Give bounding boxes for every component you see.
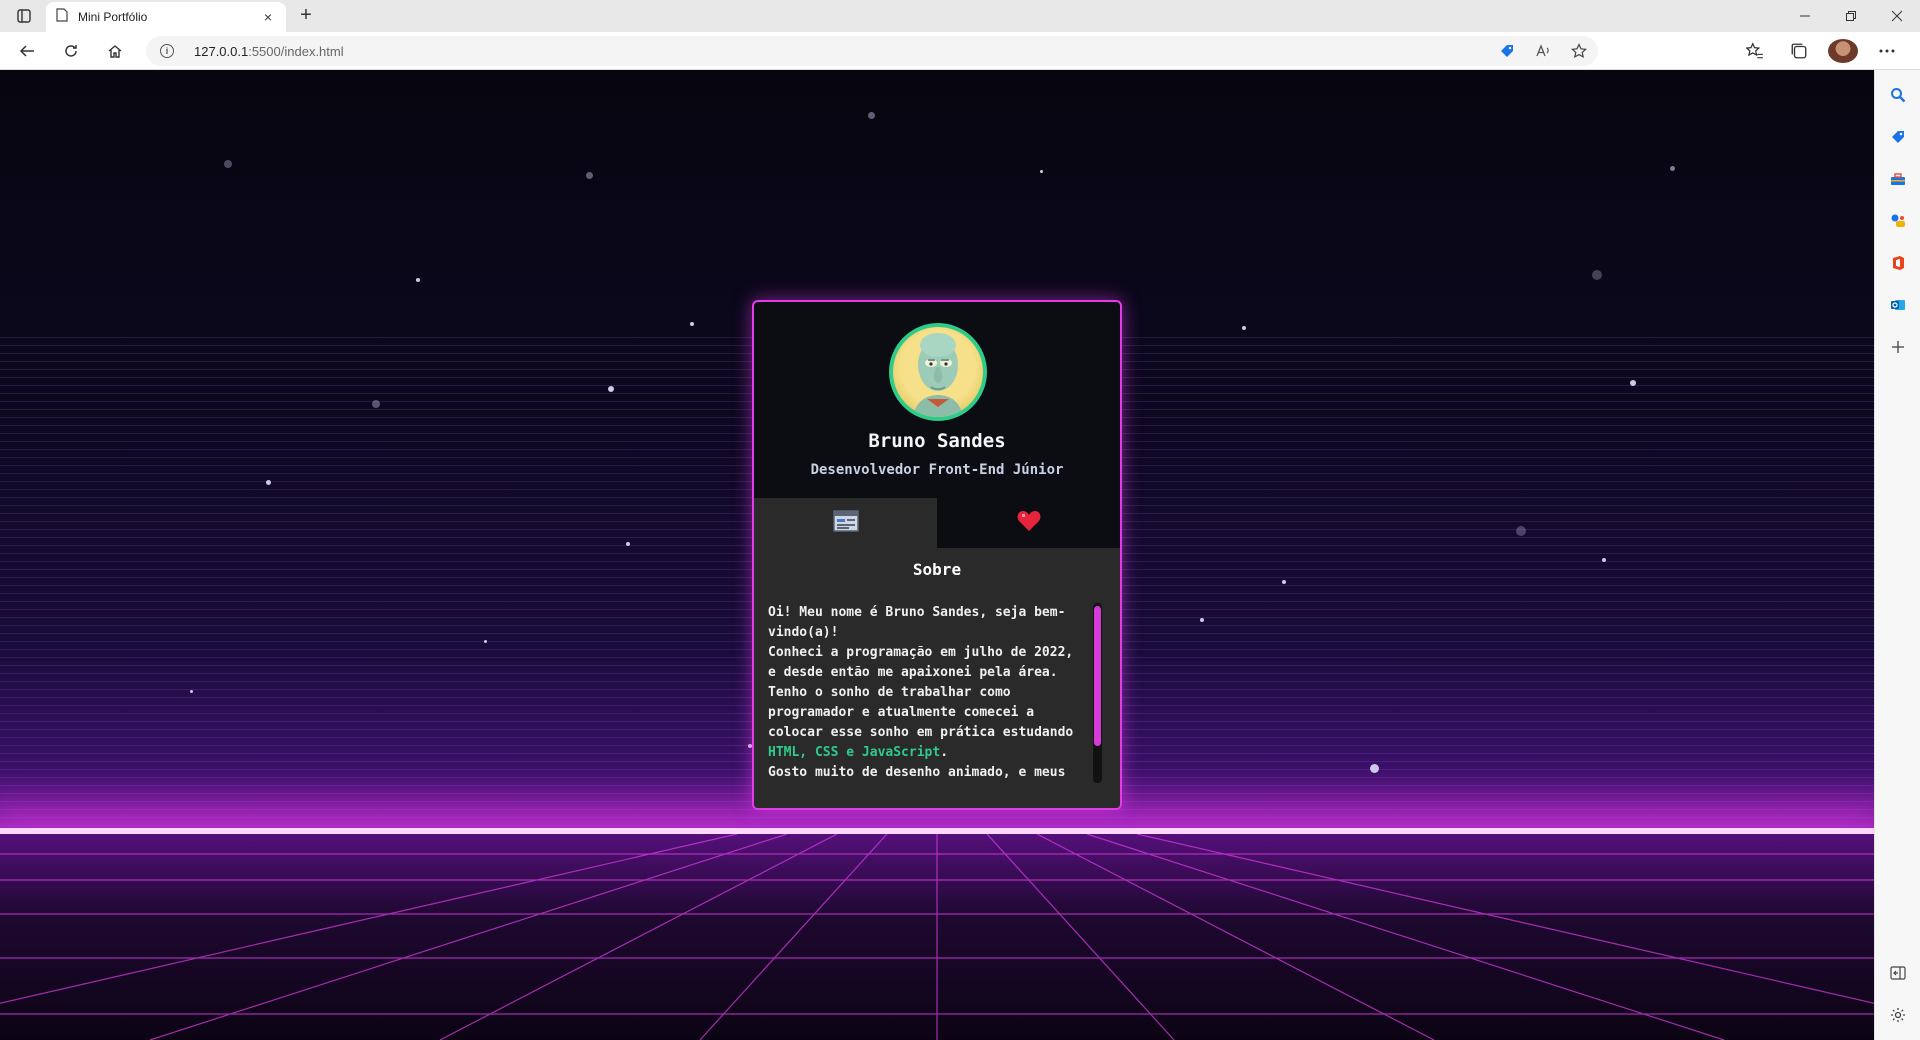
- read-aloud-icon[interactable]: [1532, 40, 1554, 62]
- section-title: Sobre: [912, 560, 962, 579]
- minimize-icon[interactable]: [1782, 0, 1828, 32]
- edge-sidebar: [1874, 70, 1920, 1040]
- star: [190, 690, 193, 693]
- outlook-icon[interactable]: [1887, 294, 1909, 316]
- games-icon[interactable]: [1887, 210, 1909, 232]
- profile-avatar[interactable]: [1828, 39, 1858, 63]
- about-panel: Sobre Oi! Meu nome é Bruno Sandes, seja …: [754, 548, 1120, 808]
- favorites-icon[interactable]: [1740, 39, 1770, 63]
- add-favorite-icon[interactable]: [1568, 40, 1590, 62]
- address-bar[interactable]: i 127.0.0.1:5500/index.html: [146, 36, 1598, 66]
- coupon-icon[interactable]: [1496, 40, 1518, 62]
- tab-actions-icon[interactable]: [10, 6, 38, 26]
- star: [416, 278, 420, 282]
- url-text[interactable]: 127.0.0.1:5500/index.html: [194, 44, 344, 59]
- star: [372, 400, 380, 408]
- browser-nav-bar: i 127.0.0.1:5500/index.html: [0, 32, 1920, 70]
- star: [266, 480, 271, 485]
- page-viewport: Bruno Sandes Desenvolvedor Front-End Jún…: [0, 70, 1874, 1040]
- star: [1242, 326, 1246, 330]
- more-menu-icon[interactable]: [1872, 39, 1902, 63]
- star: [484, 640, 487, 643]
- star: [1592, 270, 1602, 280]
- star: [690, 322, 694, 326]
- star: [1200, 618, 1204, 622]
- star: [1602, 558, 1606, 562]
- shopping-tag-icon[interactable]: [1887, 126, 1909, 148]
- heart-icon: [1017, 510, 1041, 536]
- grid-floor: [0, 834, 1874, 1040]
- tab-title: Mini Portfólio: [78, 10, 148, 24]
- star: [1040, 170, 1043, 173]
- star: [1670, 166, 1675, 171]
- skills-highlight: HTML, CSS e JavaScript: [768, 745, 941, 760]
- star: [868, 112, 875, 119]
- office-icon[interactable]: [1887, 252, 1909, 274]
- profile-name: Bruno Sandes: [868, 430, 1006, 452]
- profile-avatar-image: [889, 323, 987, 421]
- star: [224, 160, 232, 168]
- site-info-icon[interactable]: i: [160, 44, 174, 58]
- settings-gear-icon[interactable]: [1887, 1004, 1909, 1026]
- back-icon[interactable]: [14, 39, 40, 63]
- browser-window-icon: [832, 510, 859, 536]
- star: [1630, 380, 1636, 386]
- star: [1282, 580, 1286, 584]
- star: [1516, 526, 1526, 536]
- hide-sidebar-icon[interactable]: [1887, 962, 1909, 984]
- restore-icon[interactable]: [1828, 0, 1874, 32]
- browser-tab[interactable]: Mini Portfólio ×: [46, 2, 286, 32]
- refresh-icon[interactable]: [58, 39, 84, 63]
- star: [586, 172, 593, 179]
- browser-tab-bar: Mini Portfólio × +: [0, 0, 1920, 32]
- star: [626, 542, 630, 546]
- toolbox-icon[interactable]: [1887, 168, 1909, 190]
- tab-about[interactable]: [754, 498, 937, 548]
- search-icon[interactable]: [1887, 84, 1909, 106]
- star: [1370, 764, 1379, 773]
- profile-role: Desenvolvedor Front-End Júnior: [810, 462, 1064, 478]
- tab-close-icon[interactable]: ×: [260, 9, 276, 25]
- close-window-icon[interactable]: [1874, 0, 1920, 32]
- tab-likes[interactable]: [937, 498, 1120, 548]
- add-sidebar-app-icon[interactable]: [1887, 336, 1909, 358]
- star: [608, 386, 614, 392]
- collections-icon[interactable]: [1784, 39, 1814, 63]
- about-scrollbar[interactable]: [1093, 603, 1102, 783]
- home-icon[interactable]: [102, 39, 128, 63]
- page-favicon-icon: [56, 7, 68, 27]
- new-tab-button[interactable]: +: [294, 4, 318, 28]
- about-text[interactable]: Oi! Meu nome é Bruno Sandes, seja bem-vi…: [768, 603, 1082, 795]
- profile-card: Bruno Sandes Desenvolvedor Front-End Jún…: [752, 300, 1122, 810]
- scrollbar-thumb[interactable]: [1094, 606, 1101, 746]
- card-tabs: [754, 498, 1120, 548]
